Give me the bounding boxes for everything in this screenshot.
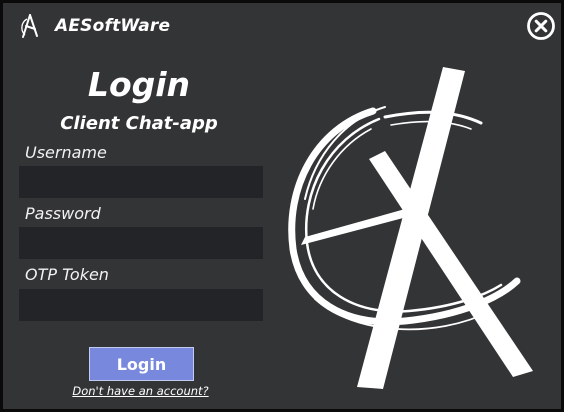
login-button[interactable]: Login: [89, 347, 194, 381]
ae-logo-icon: [15, 12, 43, 40]
password-label: Password: [25, 204, 101, 223]
page-subtitle: Client Chat-app: [60, 113, 218, 134]
close-button[interactable]: [526, 11, 556, 41]
username-input[interactable]: [19, 166, 263, 198]
brand-name: AESoftWare: [55, 16, 171, 36]
ae-brand-mark: [285, 59, 547, 395]
otp-label: OTP Token: [25, 265, 109, 284]
login-window: AESoftWare Login Client Chat-app Usernam…: [0, 0, 564, 412]
close-circle-icon: [527, 12, 555, 40]
password-input[interactable]: [19, 227, 263, 259]
signup-link[interactable]: Don't have an account?: [63, 384, 218, 398]
username-label: Username: [25, 143, 107, 162]
page-title: Login: [87, 65, 191, 104]
otp-input[interactable]: [19, 289, 263, 321]
